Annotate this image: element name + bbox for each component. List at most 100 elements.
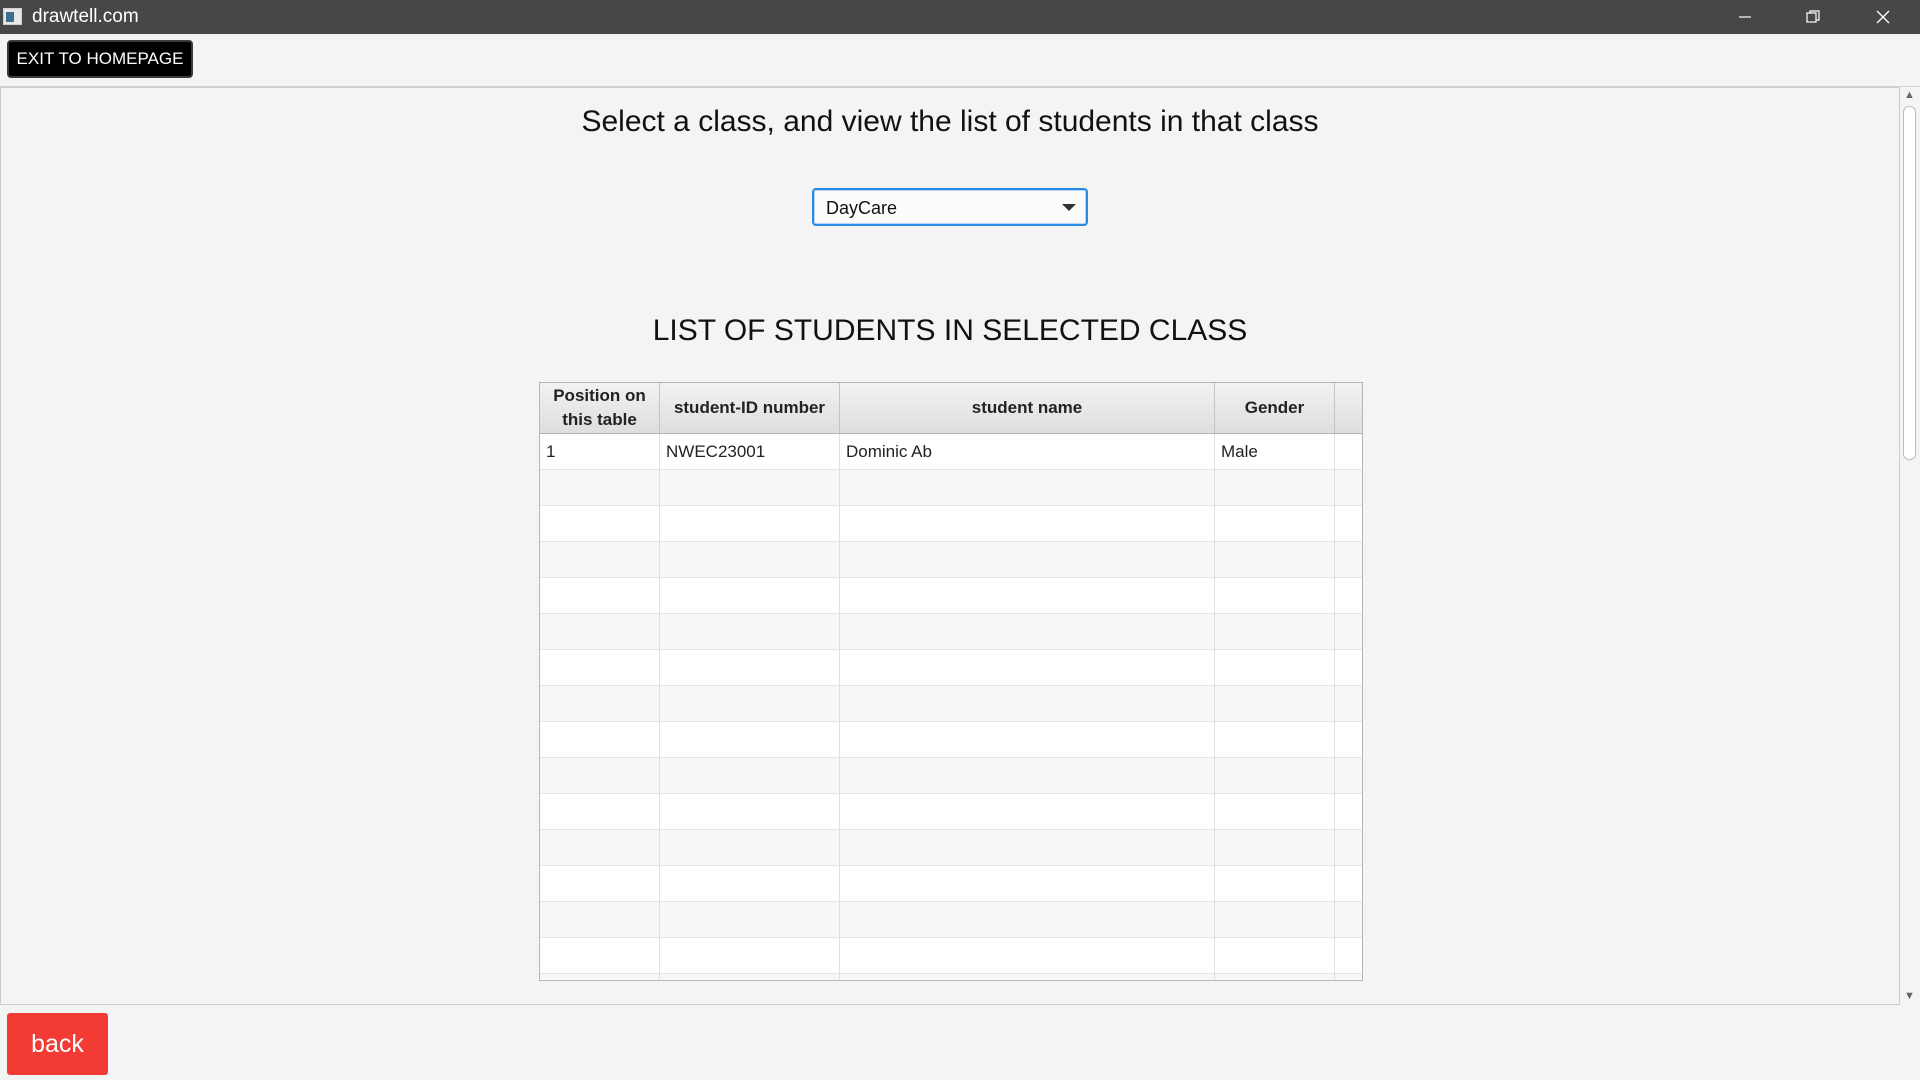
cell-student-id [660,830,840,866]
cell-position [540,506,660,542]
cell-student-name [840,794,1215,830]
cell-student-id [660,542,840,578]
cell-student-name [840,650,1215,686]
cell-student-id [660,794,840,830]
page-heading: Select a class, and view the list of stu… [581,105,1319,138]
cell-position [540,542,660,578]
cell-student-name [840,470,1215,506]
cell-filler [1335,758,1362,794]
cell-filler [1335,794,1362,830]
cell-gender [1215,614,1335,650]
cell-filler [1335,650,1362,686]
restore-button[interactable] [1778,0,1848,34]
cell-filler [1335,974,1362,980]
cell-gender: Male [1215,434,1335,470]
scroll-down-icon[interactable]: ▼ [1904,990,1915,1002]
cell-student-id [660,722,840,758]
empty-table-row [540,686,1362,722]
cell-student-name [840,758,1215,794]
cell-student-name [840,902,1215,938]
cell-position [540,866,660,902]
empty-table-row [540,506,1362,542]
cell-position [540,722,660,758]
restore-icon [1806,10,1820,23]
cell-filler [1335,434,1362,470]
empty-table-row [540,758,1362,794]
empty-table-row [540,866,1362,902]
cell-position [540,614,660,650]
cell-student-name [840,830,1215,866]
class-select[interactable]: DayCare [812,188,1088,226]
cell-student-id [660,470,840,506]
app-icon [3,8,22,25]
cell-position [540,974,660,980]
cell-filler [1335,542,1362,578]
cell-position [540,938,660,974]
cell-student-id [660,974,840,980]
top-toolbar [0,34,1920,87]
cell-position [540,578,660,614]
cell-gender [1215,758,1335,794]
column-header-filler [1335,383,1362,433]
exit-to-homepage-button[interactable]: EXIT TO HOMEPAGE [7,40,193,78]
cell-filler [1335,902,1362,938]
column-header-position[interactable]: Position on this table [540,383,660,433]
cell-position [540,758,660,794]
chevron-down-icon [1062,204,1076,211]
column-header-student-id[interactable]: student-ID number [660,383,840,433]
cell-student-id [660,578,840,614]
list-title: LIST OF STUDENTS IN SELECTED CLASS [652,314,1248,347]
scroll-up-icon[interactable]: ▲ [1904,89,1915,101]
empty-table-row [540,614,1362,650]
cell-student-name [840,866,1215,902]
cell-gender [1215,722,1335,758]
cell-student-name [840,722,1215,758]
cell-filler [1335,938,1362,974]
cell-student-name [840,974,1215,980]
cell-student-name [840,506,1215,542]
cell-student-name [840,542,1215,578]
column-header-gender[interactable]: Gender [1215,383,1335,433]
empty-table-row [540,578,1362,614]
column-header-student-name[interactable]: student name [840,383,1215,433]
bottom-bar [0,1005,1920,1080]
cell-position: 1 [540,434,660,470]
cell-student-name [840,614,1215,650]
cell-student-id: NWEC23001 [660,434,840,470]
close-button[interactable] [1848,0,1918,34]
cell-student-id [660,866,840,902]
empty-table-row [540,830,1362,866]
cell-filler [1335,578,1362,614]
cell-student-id [660,902,840,938]
students-table: Position on this table student-ID number… [539,382,1363,981]
cell-gender [1215,866,1335,902]
minimize-icon [1739,16,1751,18]
cell-position [540,650,660,686]
title-bar: drawtell.com [0,0,1920,34]
empty-table-row [540,470,1362,506]
empty-table-row [540,794,1362,830]
cell-position [540,902,660,938]
cell-filler [1335,614,1362,650]
cell-student-id [660,758,840,794]
close-icon [1876,10,1890,24]
cell-gender [1215,830,1335,866]
empty-table-row [540,650,1362,686]
empty-table-row [540,938,1362,974]
cell-filler [1335,830,1362,866]
cell-student-name [840,578,1215,614]
back-button[interactable]: back [7,1013,108,1075]
cell-filler [1335,470,1362,506]
cell-gender [1215,974,1335,980]
cell-student-id [660,506,840,542]
minimize-button[interactable] [1710,0,1780,34]
cell-filler [1335,722,1362,758]
cell-gender [1215,578,1335,614]
cell-gender [1215,686,1335,722]
class-select-value: DayCare [826,198,898,218]
cell-student-name [840,686,1215,722]
cell-gender [1215,506,1335,542]
table-row[interactable]: 1 NWEC23001 Dominic Ab Male [540,434,1362,470]
cell-gender [1215,542,1335,578]
scrollbar-thumb[interactable] [1903,106,1916,460]
